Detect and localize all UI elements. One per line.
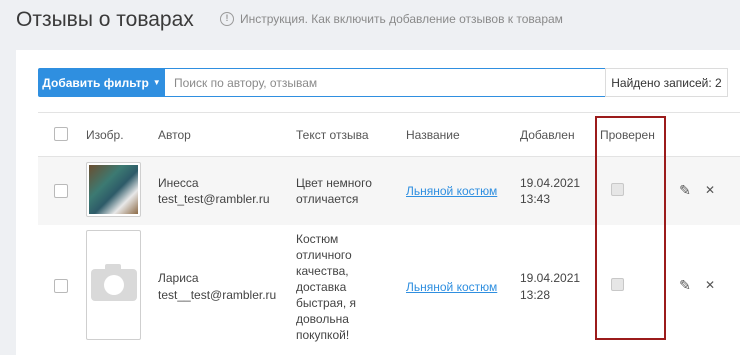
- added-time: 13:28: [520, 288, 551, 302]
- caret-down-icon: ▼: [152, 78, 161, 87]
- close-icon[interactable]: ✕: [703, 183, 717, 197]
- help-link[interactable]: ! Инструкция. Как включить добавление от…: [220, 12, 563, 26]
- review-text-line: Цвет немного: [296, 176, 372, 190]
- header-author[interactable]: Автор: [158, 128, 191, 142]
- author-email: test__test@rambler.ru: [158, 288, 277, 302]
- header-name[interactable]: Название: [406, 128, 460, 142]
- reviews-table: Изобр. Автор Текст отзыва Название Добав…: [38, 112, 740, 346]
- review-text-line: довольна: [296, 312, 349, 326]
- header-text: Текст отзыва: [296, 128, 369, 142]
- author-email: test_test@rambler.ru: [158, 192, 270, 206]
- product-link[interactable]: Льняной костюм: [406, 184, 497, 198]
- records-found: Найдено записей: 2: [605, 68, 728, 97]
- add-filter-button[interactable]: Добавить фильтр ▼: [38, 68, 165, 97]
- info-circle-icon: !: [220, 12, 234, 26]
- header-added[interactable]: Добавлен: [520, 128, 575, 142]
- select-all-checkbox[interactable]: [54, 127, 68, 141]
- review-text-line: качества,: [296, 264, 349, 278]
- product-photo[interactable]: [86, 162, 141, 217]
- pencil-icon[interactable]: ✎: [678, 183, 692, 197]
- table-header: Изобр. Автор Текст отзыва Название Добав…: [38, 112, 740, 157]
- close-icon[interactable]: ✕: [703, 278, 717, 292]
- checked-checkbox[interactable]: [611, 183, 624, 196]
- camera-placeholder[interactable]: [86, 230, 141, 340]
- page-title: Отзывы о товарах: [16, 8, 194, 31]
- table-row: Лариса test__test@rambler.ru Костюм отли…: [38, 225, 740, 346]
- review-text-line: доставка: [296, 280, 347, 294]
- checked-checkbox[interactable]: [611, 278, 624, 291]
- author-name: Инесса: [158, 176, 199, 190]
- header-image: Изобр.: [86, 128, 124, 142]
- table-row: Инесса test_test@rambler.ru Цвет немного…: [38, 157, 740, 225]
- product-link[interactable]: Льняной костюм: [406, 280, 497, 294]
- review-text-line: Костюм: [296, 232, 339, 246]
- review-text-line: отличается: [296, 192, 359, 206]
- camera-icon: [91, 264, 137, 301]
- added-time: 13:43: [520, 192, 551, 206]
- added-date: 19.04.2021: [520, 271, 581, 285]
- author-name: Лариса: [158, 271, 199, 285]
- search-input[interactable]: [165, 68, 606, 97]
- row-checkbox[interactable]: [54, 184, 68, 198]
- add-filter-label: Добавить фильтр: [42, 75, 149, 90]
- review-text-line: покупкой!: [296, 328, 350, 342]
- photo-image: [89, 165, 138, 214]
- row-checkbox[interactable]: [54, 279, 68, 293]
- added-date: 19.04.2021: [520, 176, 581, 190]
- review-text-line: быстрая, я: [296, 296, 357, 310]
- help-text: Инструкция. Как включить добавление отзы…: [240, 12, 563, 26]
- toolbar: Добавить фильтр ▼: [38, 68, 606, 97]
- header-checked[interactable]: Проверен: [600, 128, 655, 142]
- review-text-line: отличного: [296, 248, 352, 262]
- pencil-icon[interactable]: ✎: [678, 278, 692, 292]
